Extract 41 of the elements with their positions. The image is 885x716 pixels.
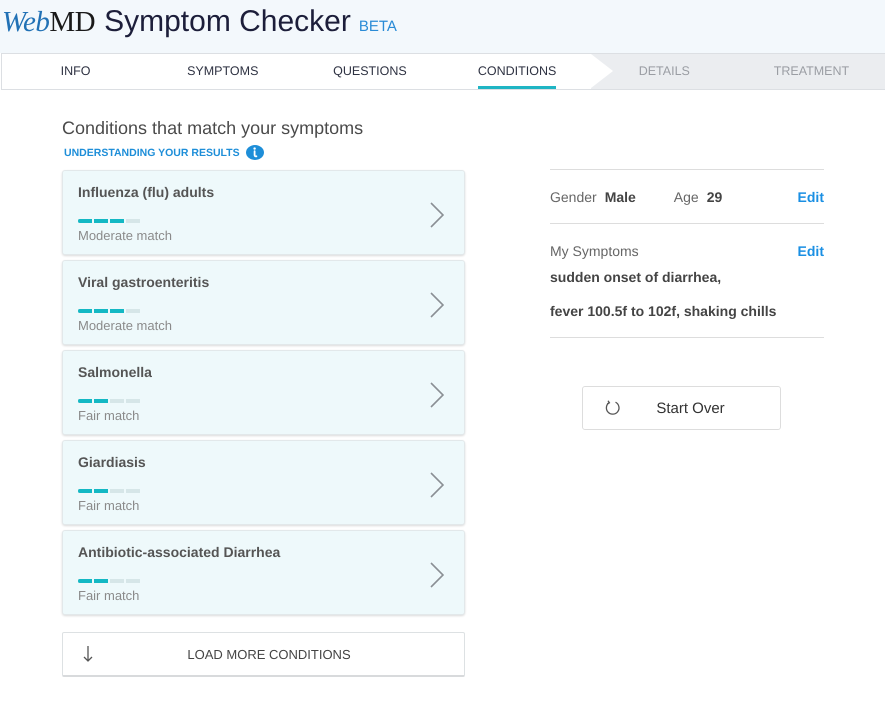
app-title: Symptom Checker	[104, 4, 351, 40]
condition-card[interactable]: Influenza (flu) adults Moderate match	[62, 170, 465, 255]
understanding-results-link[interactable]: UNDERSTANDING YOUR RESULTS	[64, 146, 240, 160]
condition-card[interactable]: Viral gastroenteritis Moderate match	[62, 260, 465, 345]
age-value: 29	[706, 188, 722, 204]
condition-name: Antibiotic-associated Diarrhea	[78, 543, 282, 561]
match-label: Fair match	[78, 588, 140, 604]
match-label: Fair match	[78, 408, 140, 424]
symptoms-label: My Symptoms	[550, 243, 639, 260]
chevron-right-icon	[430, 472, 444, 498]
condition-name: Salmonella	[78, 363, 153, 381]
condition-card[interactable]: Salmonella Fair match	[62, 350, 465, 435]
age-label: Age	[674, 188, 699, 204]
info-icon[interactable]	[246, 145, 264, 160]
refresh-icon	[605, 400, 621, 416]
start-over-button[interactable]: Start Over	[582, 386, 781, 430]
chevron-right-icon	[430, 562, 444, 588]
results-heading: Conditions that match your symptoms	[62, 117, 364, 139]
load-more-button[interactable]: LOAD MORE CONDITIONS	[62, 632, 465, 677]
step-tab[interactable]: QUESTIONS	[296, 54, 444, 89]
condition-card[interactable]: Antibiotic-associated Diarrhea Fair match	[62, 530, 465, 615]
site-logo[interactable]: WebMD	[2, 4, 96, 40]
step-tab[interactable]: SYMPTOMS	[149, 54, 296, 89]
chevron-right-icon	[430, 202, 444, 228]
arrow-down-icon	[83, 646, 93, 662]
condition-card[interactable]: Giardiasis Fair match	[62, 440, 465, 525]
match-label: Moderate match	[78, 318, 173, 334]
condition-name: Influenza (flu) adults	[78, 183, 216, 201]
chevron-right-icon	[430, 382, 444, 408]
beta-label: BETA	[358, 18, 397, 35]
match-label: Fair match	[78, 498, 140, 514]
chevron-right-icon	[430, 292, 444, 318]
symptom-text: fever 100.5f to 102f, shaking chills	[550, 302, 778, 321]
gender-label: Gender	[550, 188, 597, 204]
match-label: Moderate match	[78, 228, 173, 244]
symptom-text: sudden onset of diarrhea,	[550, 268, 722, 287]
condition-name: Viral gastroenteritis	[78, 273, 210, 291]
step-tab[interactable]: INFO	[2, 54, 150, 89]
step-tab[interactable]: CONDITIONS	[444, 54, 591, 89]
gender-value: Male	[604, 188, 636, 204]
condition-name: Giardiasis	[78, 453, 147, 471]
